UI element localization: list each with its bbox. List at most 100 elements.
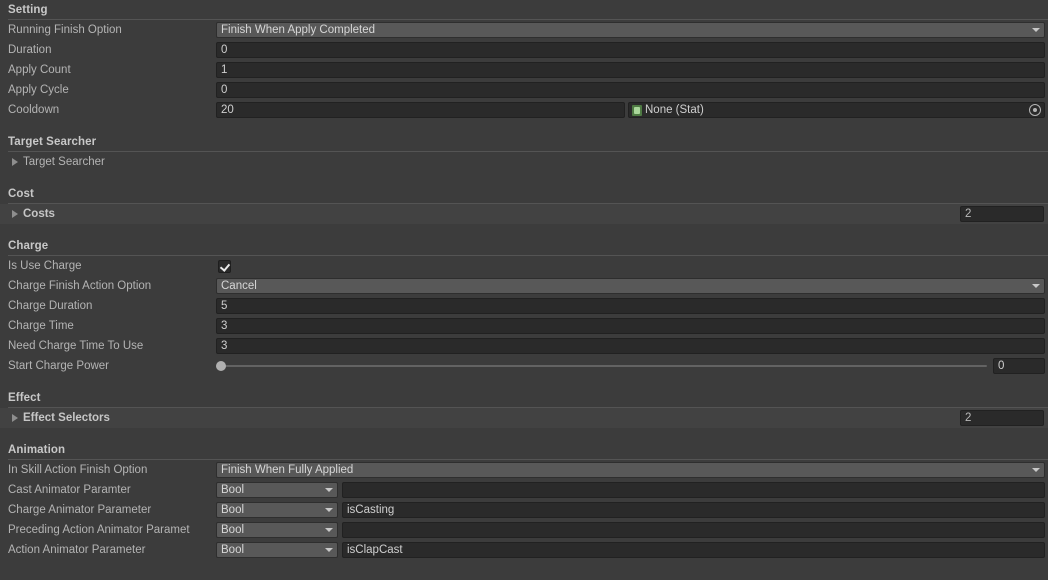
start-charge-power-input[interactable]: 0 <box>993 358 1045 374</box>
section-title: Cost <box>8 188 34 200</box>
chevron-down-icon <box>1032 284 1040 288</box>
dropdown-value: Finish When Apply Completed <box>221 24 376 36</box>
chevron-down-icon <box>325 488 333 492</box>
section-header-charge: Charge <box>0 236 1048 256</box>
foldout-effect-selectors-list[interactable]: Effect Selectors 2 <box>0 408 1048 428</box>
field-label: Action Animator Parameter <box>8 544 146 556</box>
row-charge-time: Charge Time 3 <box>0 316 1048 336</box>
field-label: Running Finish Option <box>8 24 122 36</box>
field-label: Preceding Action Animator Paramet <box>8 524 190 536</box>
row-charge-duration: Charge Duration 5 <box>0 296 1048 316</box>
dropdown-value: Bool <box>221 484 245 496</box>
field-label: Need Charge Time To Use <box>8 340 144 352</box>
in-skill-action-finish-option-dropdown[interactable]: Finish When Fully Applied <box>216 462 1045 478</box>
inspector-panel: Setting Running Finish Option Finish Whe… <box>0 0 1048 580</box>
field-label: Charge Duration <box>8 300 93 312</box>
start-charge-power-slider[interactable] <box>216 358 987 374</box>
charge-finish-action-option-dropdown[interactable]: Cancel <box>216 278 1045 294</box>
chevron-down-icon <box>325 548 333 552</box>
field-label: Is Use Charge <box>8 260 82 272</box>
section-title: Charge <box>8 240 49 252</box>
is-use-charge-checkbox[interactable] <box>218 259 231 273</box>
row-action-animator-parameter: Action Animator Parameter Bool isClapCas… <box>0 540 1048 560</box>
apply-count-input[interactable]: 1 <box>216 62 1045 78</box>
field-label: Duration <box>8 44 52 56</box>
dropdown-value: Bool <box>221 504 245 516</box>
dropdown-value: Bool <box>221 544 245 556</box>
chevron-down-icon <box>325 508 333 512</box>
row-preceding-action-animator-parameter: Preceding Action Animator Paramet Bool <box>0 520 1048 540</box>
field-label: Charge Animator Parameter <box>8 504 152 516</box>
section-title: Animation <box>8 444 66 456</box>
cooldown-input[interactable]: 20 <box>216 102 625 118</box>
preceding-action-animator-parameter-name-input[interactable] <box>342 522 1045 538</box>
foldout-costs-list[interactable]: Costs 2 <box>0 204 1048 224</box>
action-animator-parameter-name-input[interactable]: isClapCast <box>342 542 1045 558</box>
foldout-label: Effect Selectors <box>23 412 110 424</box>
charge-duration-input[interactable]: 5 <box>216 298 1045 314</box>
charge-animator-parameter-type-dropdown[interactable]: Bool <box>216 502 338 518</box>
row-cast-animator-parameter: Cast Animator Paramter Bool <box>0 480 1048 500</box>
foldout-collapsed-icon <box>12 210 18 218</box>
row-duration: Duration 0 <box>0 40 1048 60</box>
field-label: Apply Count <box>8 64 71 76</box>
row-start-charge-power: Start Charge Power 0 <box>0 356 1048 376</box>
section-header-cost: Cost <box>0 184 1048 204</box>
section-header-setting: Setting <box>0 0 1048 20</box>
row-apply-count: Apply Count 1 <box>0 60 1048 80</box>
foldout-collapsed-icon <box>12 414 18 422</box>
row-is-use-charge: Is Use Charge <box>0 256 1048 276</box>
action-animator-parameter-type-dropdown[interactable]: Bool <box>216 542 338 558</box>
foldout-target-searcher[interactable]: Target Searcher <box>0 152 1048 172</box>
cast-animator-parameter-name-input[interactable] <box>342 482 1045 498</box>
cooldown-stat-object-field[interactable]: None (Stat) <box>628 102 1045 118</box>
section-header-target-searcher: Target Searcher <box>0 132 1048 152</box>
need-charge-time-to-use-input[interactable]: 3 <box>216 338 1045 354</box>
cast-animator-parameter-type-dropdown[interactable]: Bool <box>216 482 338 498</box>
row-in-skill-action-finish-option: In Skill Action Finish Option Finish Whe… <box>0 460 1048 480</box>
duration-input[interactable]: 0 <box>216 42 1045 58</box>
row-apply-cycle: Apply Cycle 0 <box>0 80 1048 100</box>
section-title: Effect <box>8 392 41 404</box>
scriptable-object-icon <box>632 104 642 116</box>
charge-animator-parameter-name-input[interactable]: isCasting <box>342 502 1045 518</box>
chevron-down-icon <box>1032 468 1040 472</box>
costs-list-size-input[interactable]: 2 <box>960 206 1044 222</box>
field-label: In Skill Action Finish Option <box>8 464 148 476</box>
slider-handle[interactable] <box>216 361 226 371</box>
dropdown-value: Bool <box>221 524 245 536</box>
row-running-finish-option: Running Finish Option Finish When Apply … <box>0 20 1048 40</box>
preceding-action-animator-parameter-type-dropdown[interactable]: Bool <box>216 522 338 538</box>
foldout-label: Target Searcher <box>23 156 105 168</box>
object-picker-icon[interactable] <box>1029 104 1041 116</box>
dropdown-value: Cancel <box>221 280 257 292</box>
apply-cycle-input[interactable]: 0 <box>216 82 1045 98</box>
row-cooldown: Cooldown 20 None (Stat) <box>0 100 1048 120</box>
chevron-down-icon <box>325 528 333 532</box>
field-label: Charge Time <box>8 320 74 332</box>
section-header-effect: Effect <box>0 388 1048 408</box>
foldout-label: Costs <box>23 208 55 220</box>
object-field-value: None (Stat) <box>645 104 704 116</box>
chevron-down-icon <box>1032 28 1040 32</box>
row-charge-animator-parameter: Charge Animator Parameter Bool isCasting <box>0 500 1048 520</box>
charge-time-input[interactable]: 3 <box>216 318 1045 334</box>
slider-track <box>216 365 987 367</box>
running-finish-option-dropdown[interactable]: Finish When Apply Completed <box>216 22 1045 38</box>
section-title: Target Searcher <box>8 136 97 148</box>
effect-selectors-list-size-input[interactable]: 2 <box>960 410 1044 426</box>
field-label: Start Charge Power <box>8 360 109 372</box>
field-label: Charge Finish Action Option <box>8 280 152 292</box>
field-label: Apply Cycle <box>8 84 69 96</box>
field-label: Cooldown <box>8 104 60 116</box>
dropdown-value: Finish When Fully Applied <box>221 464 354 476</box>
row-need-charge-time-to-use: Need Charge Time To Use 3 <box>0 336 1048 356</box>
section-title: Setting <box>8 4 48 16</box>
field-label: Cast Animator Paramter <box>8 484 131 496</box>
foldout-collapsed-icon <box>12 158 18 166</box>
